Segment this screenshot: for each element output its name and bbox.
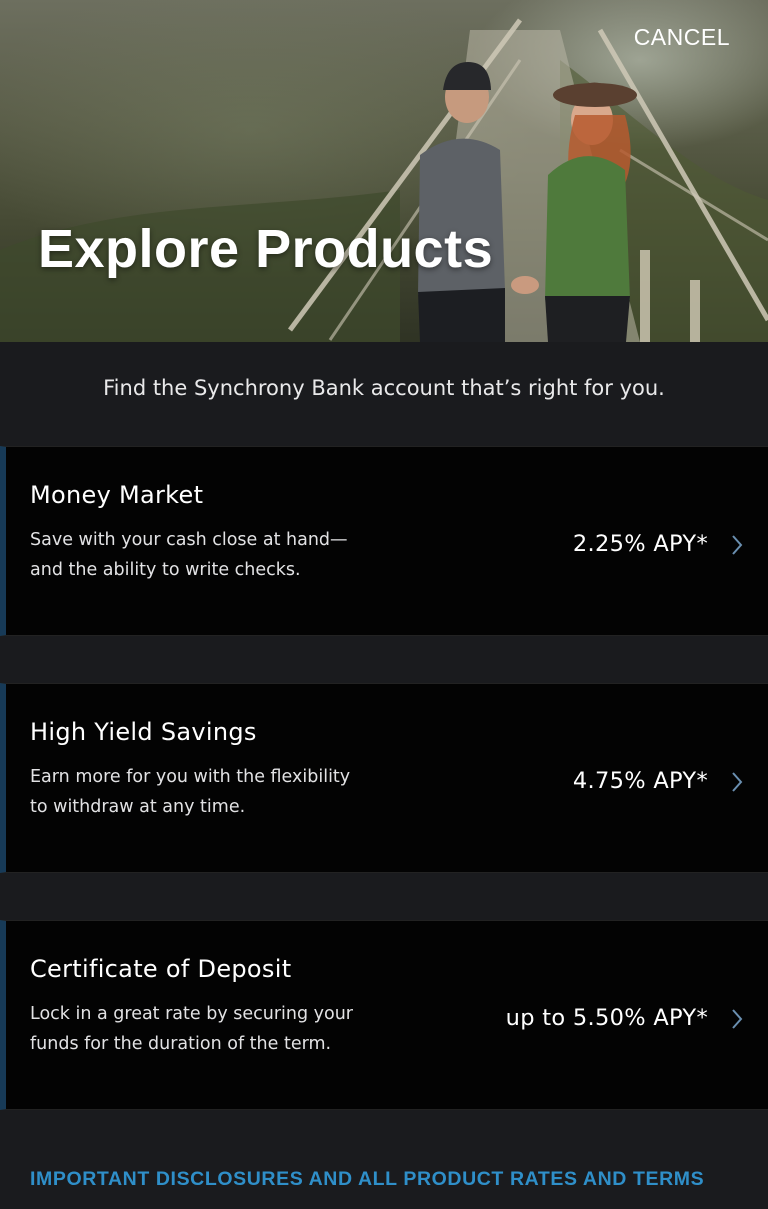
hero-banner: CANCEL Explore Products — [0, 0, 768, 342]
product-card-certificate-of-deposit[interactable]: Certificate of Deposit Lock in a great r… — [0, 920, 768, 1110]
product-name: High Yield Savings — [30, 718, 257, 746]
product-description: Earn more for you with the flexibility t… — [30, 767, 351, 817]
chevron-right-icon — [732, 772, 743, 792]
chevron-right-icon — [732, 1009, 743, 1029]
product-rate: 4.75% APY* — [572, 768, 708, 794]
cancel-button[interactable]: CANCEL — [634, 24, 730, 51]
product-rate: up to 5.50% APY* — [505, 1005, 708, 1031]
disclosures-link[interactable]: IMPORTANT DISCLOSURES AND ALL PRODUCT RA… — [30, 1168, 704, 1191]
chevron-right-icon — [732, 535, 743, 555]
product-name: Money Market — [30, 481, 204, 509]
product-description: Lock in a great rate by securing your fu… — [30, 1004, 354, 1054]
product-card-high-yield-savings[interactable]: High Yield Savings Earn more for you wit… — [0, 683, 768, 873]
product-card-money-market[interactable]: Money Market Save with your cash close a… — [0, 446, 768, 636]
page-subtitle: Find the Synchrony Bank account that’s r… — [103, 376, 665, 400]
hero-photo — [0, 18, 768, 342]
page-title: Explore Products — [38, 219, 494, 279]
product-description: Save with your cash close at hand—and th… — [30, 530, 348, 580]
product-name: Certificate of Deposit — [30, 955, 292, 983]
product-rate: 2.25% APY* — [572, 531, 708, 557]
